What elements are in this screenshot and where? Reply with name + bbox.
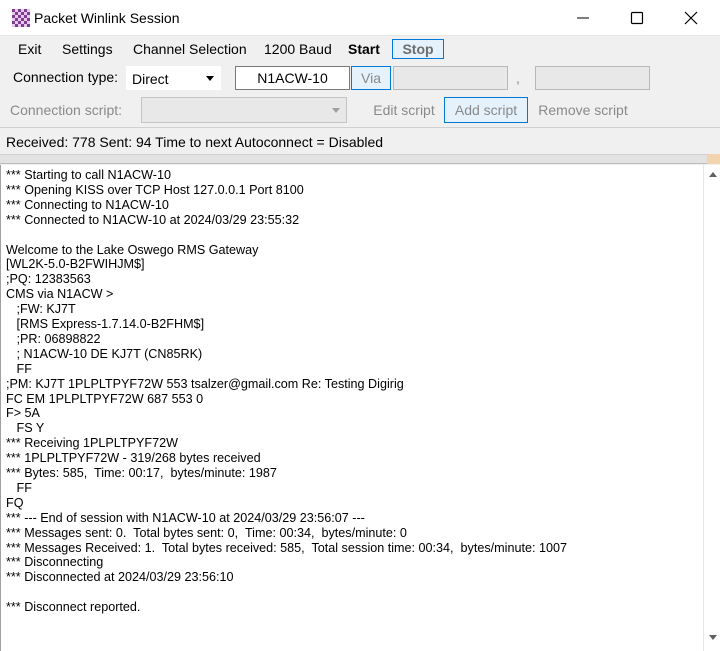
add-script-button[interactable]: Add script <box>444 97 528 123</box>
title-bar: Packet Winlink Session <box>0 0 720 36</box>
log-line: *** Messages Received: 1. Total bytes re… <box>6 540 567 555</box>
connection-script-label: Connection script: <box>10 102 123 118</box>
remove-script-button[interactable]: Remove script <box>532 97 634 123</box>
status-bar: Received: 778 Sent: 94 Time to next Auto… <box>0 127 720 154</box>
log-line: FS Y <box>6 421 45 436</box>
close-button[interactable] <box>668 0 714 36</box>
menu-exit[interactable]: Exit <box>18 41 41 57</box>
maximize-button[interactable] <box>614 0 660 36</box>
stop-button[interactable]: Stop <box>392 39 444 59</box>
splitter[interactable] <box>0 154 720 164</box>
log-line: FF <box>6 361 32 376</box>
chevron-down-icon <box>206 76 214 81</box>
log-line: *** Opening KISS over TCP Host 127.0.0.1… <box>6 182 304 197</box>
menu-start[interactable]: Start <box>348 41 380 57</box>
session-log[interactable]: *** Starting to call N1ACW-10 *** Opening… <box>0 165 703 651</box>
log-line: FC EM 1PLPLTPYF72W 687 553 0 <box>6 391 204 406</box>
log-line: Welcome to the Lake Oswego RMS Gateway <box>6 242 259 257</box>
connection-type-label: Connection type: <box>13 69 119 85</box>
chevron-down-icon <box>332 108 340 113</box>
menu-settings[interactable]: Settings <box>62 41 113 57</box>
via-field-2[interactable] <box>535 66 650 90</box>
log-line: [RMS Express-1.7.14.0-B2FHM$] <box>6 317 205 331</box>
log-line: *** Disconnected at 2024/03/29 23:56:10 <box>6 570 234 585</box>
connection-type-value: Direct <box>132 71 169 87</box>
log-line: *** Messages sent: 0. Total bytes sent: … <box>6 525 407 540</box>
log-line: *** Disconnect reported. <box>6 600 141 615</box>
minimize-button[interactable] <box>560 0 606 36</box>
connection-script-select[interactable] <box>141 97 347 123</box>
menu-channel-selection[interactable]: Channel Selection <box>133 41 247 57</box>
edit-script-button[interactable]: Edit script <box>366 97 442 123</box>
minimize-icon <box>577 17 589 19</box>
scroll-down-icon[interactable] <box>709 635 717 640</box>
via-separator: , <box>516 70 520 86</box>
log-line: *** 1PLPLTPYF72W - 319/268 bytes receive… <box>6 451 261 466</box>
log-line: *** --- End of session with N1ACW-10 at … <box>6 510 365 525</box>
via-button[interactable]: Via <box>351 66 391 90</box>
scroll-up-icon[interactable] <box>709 172 717 177</box>
connection-type-select[interactable]: Direct <box>126 66 221 90</box>
log-line: FQ <box>6 495 24 510</box>
log-line: *** Disconnecting <box>6 555 104 570</box>
app-icon <box>12 9 30 27</box>
log-line: *** Starting to call N1ACW-10 <box>6 168 171 182</box>
log-line: CMS via N1ACW > <box>6 287 114 302</box>
window-title: Packet Winlink Session <box>34 10 180 26</box>
log-line: FF <box>6 480 32 495</box>
log-line: *** Connecting to N1ACW-10 <box>6 197 169 212</box>
menu-baud[interactable]: 1200 Baud <box>264 41 332 57</box>
log-line: ;PM: KJ7T 1PLPLTPYF72W 553 tsalzer@gmail… <box>6 376 404 391</box>
log-line: ; N1ACW-10 DE KJ7T (CN85RK) <box>6 346 203 361</box>
log-line: [WL2K-5.0-B2FWIHJM$] <box>6 257 145 272</box>
log-line: F> 5A <box>6 406 40 421</box>
log-line: *** Receiving 1PLPLTPYF72W <box>6 436 178 451</box>
log-line: *** Connected to N1ACW-10 at 2024/03/29 … <box>6 212 300 227</box>
callsign-field[interactable]: N1ACW-10 <box>235 66 350 90</box>
log-line: ;PR: 06898822 <box>6 331 101 346</box>
log-scrollbar[interactable] <box>703 165 720 651</box>
via-field-1[interactable] <box>393 66 508 90</box>
log-line: *** Bytes: 585, Time: 00:17, bytes/minut… <box>6 466 277 480</box>
maximize-icon <box>630 11 644 25</box>
log-line: ;FW: KJ7T <box>6 302 76 317</box>
status-text: Received: 778 Sent: 94 Time to next Auto… <box>6 134 384 150</box>
close-icon <box>684 11 698 25</box>
menu-bar: Exit Settings Channel Selection 1200 Bau… <box>0 36 720 62</box>
log-line: ;PQ: 12383563 <box>6 272 91 287</box>
splitter-accent <box>707 154 720 164</box>
